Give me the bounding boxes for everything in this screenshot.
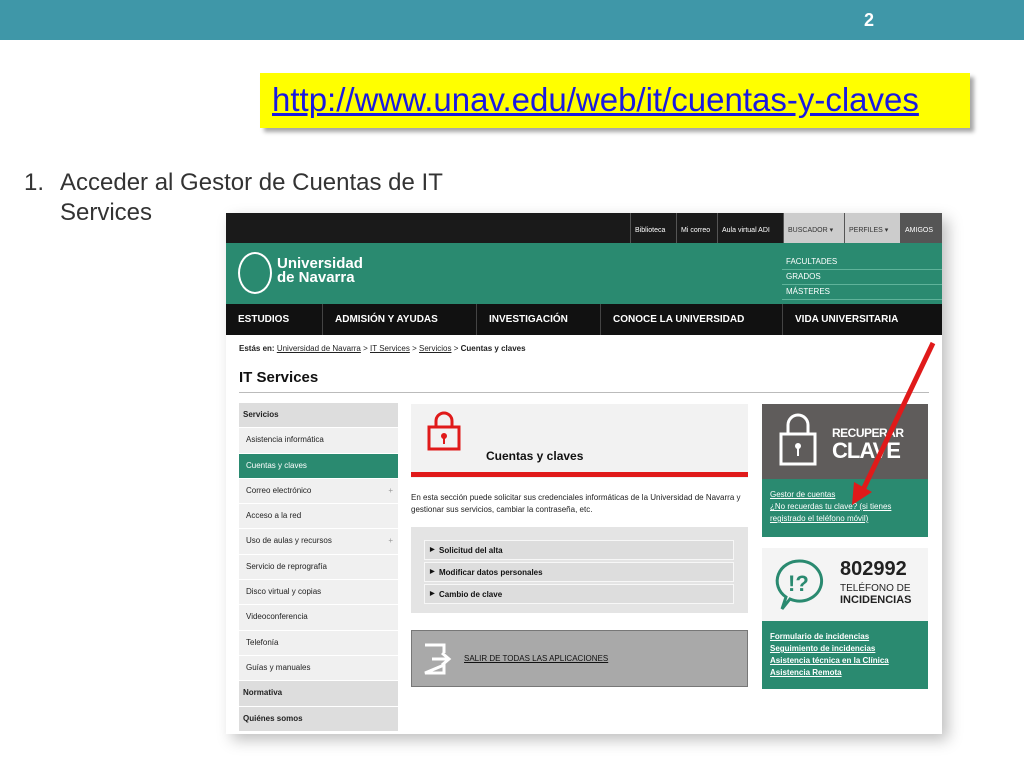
sidebar-item-normativa[interactable]: Normativa — [239, 681, 398, 707]
nav-estudios[interactable]: ESTUDIOS — [226, 304, 322, 335]
breadcrumb-servicios[interactable]: Servicios — [419, 344, 451, 353]
breadcrumb-sep: > — [363, 344, 368, 353]
step-number: 1. — [24, 169, 45, 196]
nav-conoce[interactable]: CONOCE LA UNIVERSIDAD — [600, 304, 782, 335]
utility-bar: Biblioteca Mi correo Aula virtual ADI BU… — [226, 213, 942, 243]
expand-plus-icon[interactable]: + — [388, 529, 393, 553]
university-logo[interactable]: Universidad de Navarra — [277, 256, 363, 286]
sidebar-item-servicios[interactable]: Servicios — [239, 403, 398, 429]
link-masteres[interactable]: MÁSTERES — [782, 285, 942, 300]
logout-icon — [424, 643, 452, 675]
logout-all-button[interactable]: SALIR DE TODAS LAS APLICACIONES — [411, 630, 748, 687]
nav-admision[interactable]: ADMISIÓN Y AYUDAS — [322, 304, 476, 335]
nav-investigacion[interactable]: INVESTIGACIÓN — [476, 304, 600, 335]
svg-text:!?: !? — [788, 571, 809, 596]
breadcrumb-prefix: Estás en: — [239, 344, 275, 353]
sidebar-item-disco[interactable]: Disco virtual y copias — [239, 580, 398, 606]
accordion-solicitud[interactable]: Solicitud del alta — [424, 540, 734, 560]
link-formulario[interactable]: Formulario de incidencias — [770, 631, 928, 643]
phone-number: 802992 — [840, 558, 907, 580]
sidebar-item-video[interactable]: Videoconferencia — [239, 605, 398, 631]
phone-label-2: INCIDENCIAS — [840, 594, 912, 606]
link-no-recuerdas[interactable]: ¿No recuerdas tu clave? (si tienes regis… — [770, 502, 891, 523]
title-divider — [239, 392, 929, 393]
link-gestor-cuentas[interactable]: Gestor de cuentas — [770, 490, 835, 499]
link-grados[interactable]: GRADOS — [782, 270, 942, 285]
website-screenshot: Biblioteca Mi correo Aula virtual ADI BU… — [226, 213, 942, 734]
url-highlight: http://www.unav.edu/web/it/cuentas-y-cla… — [260, 73, 970, 128]
help-question-icon: !? — [775, 559, 824, 610]
breadcrumb-it-services[interactable]: IT Services — [370, 344, 410, 353]
sidebar: Servicios Asistencia informática Cuentas… — [239, 403, 398, 732]
sidebar-item-red[interactable]: Acceso a la red — [239, 504, 398, 530]
slide-top-bar: 2 — [0, 0, 1024, 40]
breadcrumb-current: Cuentas y claves — [460, 344, 526, 353]
breadcrumb-sep: > — [453, 344, 459, 353]
logout-label: SALIR DE TODAS LAS APLICACIONES — [464, 654, 609, 663]
slide-number: 2 — [863, 10, 874, 30]
incident-links: Formulario de incidencias Seguimiento de… — [762, 621, 928, 689]
accordion-modificar[interactable]: Modificar datos personales — [424, 562, 734, 582]
nav-vida[interactable]: VIDA UNIVERSITARIA — [782, 304, 942, 335]
link-asistencia-remota[interactable]: Asistencia Remota — [770, 667, 928, 679]
recover-title-2: CLAVE — [832, 438, 901, 463]
recover-key-banner[interactable]: RECUPERAR CLAVE — [762, 404, 928, 479]
phone-label-1: TELÉFONO DE — [840, 583, 911, 594]
lock-icon — [427, 411, 461, 451]
util-correo[interactable]: Mi correo — [676, 213, 714, 243]
link-seguimiento[interactable]: Seguimiento de incidencias — [770, 643, 928, 655]
util-aula-virtual[interactable]: Aula virtual ADI — [717, 213, 774, 243]
breadcrumb-home[interactable]: Universidad de Navarra — [277, 344, 361, 353]
link-facultades[interactable]: FACULTADES — [782, 255, 942, 270]
accordion: Solicitud del alta Modificar datos perso… — [411, 527, 748, 613]
sidebar-item-guias[interactable]: Guías y manuales — [239, 655, 398, 682]
sidebar-item-telefonia[interactable]: Telefonía — [239, 630, 398, 656]
sidebar-item-quienes[interactable]: Quiénes somos — [239, 706, 398, 732]
main-nav: ESTUDIOS ADMISIÓN Y AYUDAS INVESTIGACIÓN… — [226, 304, 942, 335]
phone-banner: !? 802992 TELÉFONO DE INCIDENCIAS — [762, 548, 928, 621]
logo-line-2: de Navarra — [277, 269, 355, 286]
section-description: En esta sección puede solicitar sus cred… — [411, 493, 741, 514]
accordion-cambio[interactable]: Cambio de clave — [424, 584, 734, 604]
link-asistencia-clinica[interactable]: Asistencia técnica en la Clínica — [770, 655, 928, 667]
lock-icon — [779, 413, 817, 466]
page-title: IT Services — [239, 369, 319, 386]
util-buscador[interactable]: BUSCADOR ▾ — [783, 213, 844, 243]
card-title: Cuentas y claves — [486, 449, 584, 463]
university-seal-icon[interactable] — [238, 252, 272, 294]
site-header: Universidad de Navarra FACULTADES GRADOS… — [226, 243, 942, 304]
sidebar-item-reprografia[interactable]: Servicio de reprografía — [239, 554, 398, 581]
recover-links: Gestor de cuentas ¿No recuerdas tu clave… — [762, 479, 928, 537]
sidebar-item-cuentas[interactable]: Cuentas y claves — [239, 453, 398, 479]
card-red-rule — [411, 472, 748, 477]
breadcrumb: Estás en: Universidad de Navarra > IT Se… — [239, 344, 526, 353]
sidebar-item-correo[interactable]: Correo electrónico + — [239, 478, 398, 505]
breadcrumb-sep: > — [412, 344, 417, 353]
expand-plus-icon[interactable]: + — [388, 479, 393, 503]
url-link[interactable]: http://www.unav.edu/web/it/cuentas-y-cla… — [272, 81, 919, 119]
util-perfiles[interactable]: PERFILES ▾ — [844, 213, 900, 243]
faculty-links: FACULTADES GRADOS MÁSTERES — [782, 255, 942, 300]
util-amigos[interactable]: AMIGOS — [900, 213, 942, 243]
util-biblioteca[interactable]: Biblioteca — [630, 213, 669, 243]
sidebar-item-asistencia[interactable]: Asistencia informática — [239, 428, 398, 454]
sidebar-item-aulas[interactable]: Uso de aulas y recursos + — [239, 529, 398, 555]
